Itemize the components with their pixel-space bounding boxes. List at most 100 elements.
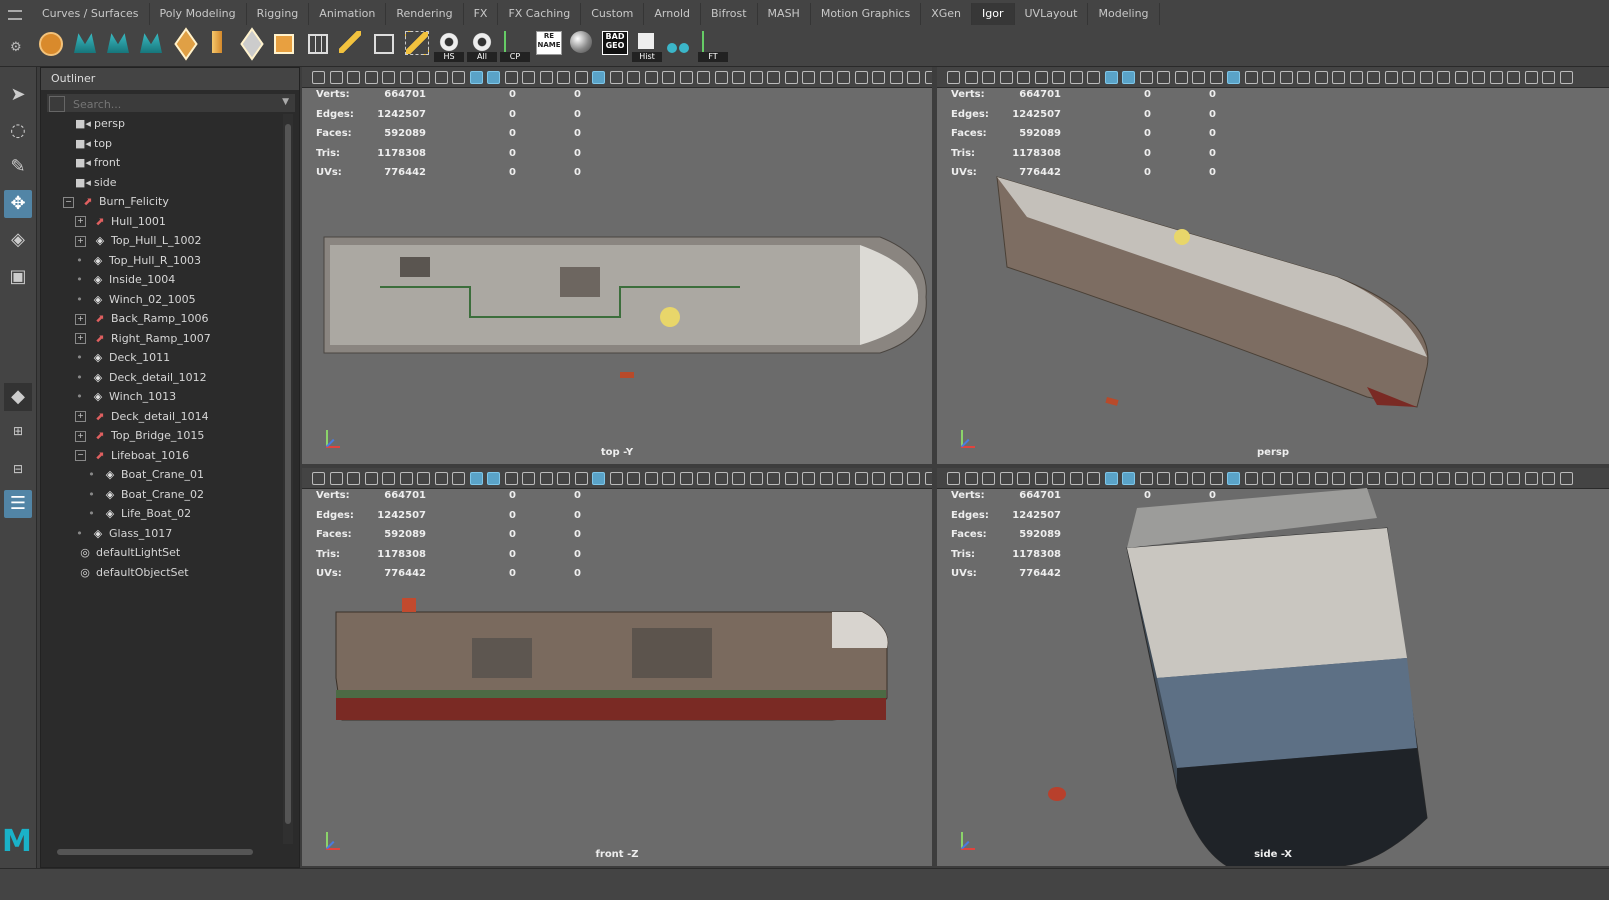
time-slider-bar[interactable]: [0, 868, 1609, 900]
outliner-item[interactable]: ■◂ persp: [75, 114, 125, 134]
shelf-rename-button[interactable]: RE NAME: [533, 29, 563, 63]
viewport-toolbar-button[interactable]: [644, 472, 658, 485]
single-layout-icon[interactable]: ◆: [4, 383, 32, 411]
viewport-toolbar-button[interactable]: [522, 472, 535, 485]
viewport-toolbar-button[interactable]: [982, 472, 995, 485]
viewport-toolbar-button[interactable]: [802, 472, 815, 485]
viewport-toolbar-button[interactable]: [312, 472, 325, 485]
shelf-hist-button[interactable]: Hist: [632, 29, 662, 63]
viewport-toolbar-button[interactable]: [999, 71, 1013, 84]
viewport-toolbar-button[interactable]: [1489, 472, 1503, 485]
shelf-column-tool-button[interactable]: [202, 29, 232, 63]
outliner-item[interactable]: ■◂ top: [75, 134, 112, 154]
viewport-toolbar-button[interactable]: [1034, 472, 1048, 485]
viewport-toolbar-button[interactable]: [1104, 472, 1118, 485]
viewport-toolbar-button[interactable]: [924, 472, 932, 485]
outliner-item[interactable]: • ◈ Boat_Crane_01: [87, 465, 204, 485]
scrollbar-thumb[interactable]: [285, 124, 291, 824]
move-tool-icon[interactable]: ✥: [4, 190, 32, 218]
shelf-menu-icon[interactable]: [8, 10, 22, 20]
viewport-toolbar-button[interactable]: [1332, 71, 1345, 84]
viewport-toolbar-button[interactable]: [329, 71, 343, 84]
viewport-toolbar-button[interactable]: [1367, 71, 1380, 84]
outliner-item[interactable]: ■◂ side: [75, 173, 117, 193]
viewport-toolbar-button[interactable]: [1244, 71, 1258, 84]
outliner-item[interactable]: • ◈ Deck_detail_1012: [75, 368, 206, 388]
viewport-toolbar-button[interactable]: [1489, 71, 1503, 84]
outliner-item[interactable]: • ◈ Deck_1011: [75, 348, 170, 368]
viewport-toolbar-button[interactable]: [504, 71, 518, 84]
viewport-toolbar-button[interactable]: [364, 71, 378, 84]
expand-icon[interactable]: +: [75, 235, 86, 247]
viewport-toolbar-button[interactable]: [1227, 472, 1240, 485]
outliner-item[interactable]: • ◈ Top_Hull_R_1003: [75, 251, 201, 271]
lifeboat-model[interactable]: [1047, 786, 1067, 802]
viewport-toolbar-button[interactable]: [854, 472, 868, 485]
shelf-tab-igor[interactable]: Igor: [972, 3, 1015, 25]
viewport-toolbar-button[interactable]: [1227, 71, 1240, 84]
shelf-teal-tool-button-1[interactable]: [70, 29, 100, 63]
viewport-toolbar-button[interactable]: [924, 71, 932, 84]
outliner-item[interactable]: − ⬈ Lifeboat_1016: [75, 446, 189, 466]
viewport-toolbar-button[interactable]: [1507, 71, 1520, 84]
viewport-toolbar-button[interactable]: [1262, 472, 1275, 485]
viewport-toolbar-button[interactable]: [312, 71, 325, 84]
viewport-toolbar-button[interactable]: [889, 472, 903, 485]
viewport-toolbar-button[interactable]: [627, 472, 640, 485]
viewport-toolbar-button[interactable]: [1472, 472, 1485, 485]
viewport-toolbar-button[interactable]: [982, 71, 995, 84]
viewport-toolbar-button[interactable]: [749, 71, 763, 84]
viewport-toolbar-button[interactable]: [1174, 472, 1188, 485]
viewport-toolbar-button[interactable]: [907, 71, 920, 84]
shelf-all-button[interactable]: All: [467, 29, 497, 63]
viewport-toolbar-button[interactable]: [329, 472, 343, 485]
viewport-toolbar-button[interactable]: [1262, 71, 1275, 84]
viewport-toolbar-button[interactable]: [1542, 472, 1555, 485]
viewport-toolbar-button[interactable]: [557, 472, 570, 485]
expand-icon[interactable]: +: [75, 411, 86, 422]
viewport-toolbar-button[interactable]: [1454, 71, 1468, 84]
viewport-toolbar-button[interactable]: [1087, 472, 1100, 485]
shelf-tab-arnold[interactable]: Arnold: [644, 3, 702, 25]
viewport-toolbar-button[interactable]: [1034, 71, 1048, 84]
viewport-toolbar-button[interactable]: [1192, 71, 1205, 84]
viewport-toolbar-button[interactable]: [504, 472, 518, 485]
viewport-toolbar-button[interactable]: [1209, 71, 1223, 84]
viewport-toolbar-button[interactable]: [1052, 472, 1065, 485]
gear-icon[interactable]: ⚙: [10, 40, 22, 55]
shelf-tab-xgen[interactable]: XGen: [921, 3, 973, 25]
outliner-item[interactable]: ◎ defaultObjectSet: [77, 563, 188, 583]
viewport-front[interactable]: Verts: 664701 0 0 Edges: 1242507 0 0 Faces: 59208…: [302, 468, 932, 866]
viewport-toolbar-button[interactable]: [347, 71, 360, 84]
viewport-toolbar-button[interactable]: [609, 71, 623, 84]
outliner-item[interactable]: ■◂ front: [75, 153, 120, 173]
viewport-toolbar-button[interactable]: [417, 71, 430, 84]
viewport-toolbar-button[interactable]: [1279, 71, 1293, 84]
viewport-toolbar-button[interactable]: [697, 472, 710, 485]
expand-icon[interactable]: +: [75, 313, 86, 325]
shelf-tab-curves-surfaces[interactable]: Curves / Surfaces: [32, 3, 150, 25]
viewport-toolbar-button[interactable]: [1297, 472, 1310, 485]
viewport-toolbar-button[interactable]: [679, 71, 693, 84]
viewport-toolbar-button[interactable]: [1437, 71, 1450, 84]
viewport-toolbar-button[interactable]: [364, 472, 378, 485]
shelf-badgeo-button[interactable]: BAD GEO: [599, 29, 629, 63]
viewport-toolbar-button[interactable]: [1069, 71, 1083, 84]
outliner-item[interactable]: ◎ defaultLightSet: [77, 543, 180, 563]
shelf-teal-tool-button-3[interactable]: [136, 29, 166, 63]
viewport-toolbar-button[interactable]: [1542, 71, 1555, 84]
viewport-toolbar-button[interactable]: [732, 71, 745, 84]
shelf-ft-button[interactable]: FT: [698, 29, 728, 63]
viewport-toolbar-button[interactable]: [1139, 71, 1153, 84]
shelf-tab-fx-caching[interactable]: FX Caching: [498, 3, 582, 25]
viewport-toolbar-button[interactable]: [592, 71, 605, 84]
viewport-toolbar-button[interactable]: [1314, 472, 1328, 485]
viewport-toolbar-button[interactable]: [1297, 71, 1310, 84]
viewport-toolbar-button[interactable]: [1314, 71, 1328, 84]
viewport-toolbar-button[interactable]: [1349, 472, 1363, 485]
shelf-tab-mash[interactable]: MASH: [758, 3, 811, 25]
paint-select-tool-icon[interactable]: ✎: [4, 153, 32, 181]
viewport-toolbar-button[interactable]: [1559, 472, 1573, 485]
viewport-toolbar-button[interactable]: [947, 472, 960, 485]
viewport-toolbar-button[interactable]: [872, 472, 885, 485]
